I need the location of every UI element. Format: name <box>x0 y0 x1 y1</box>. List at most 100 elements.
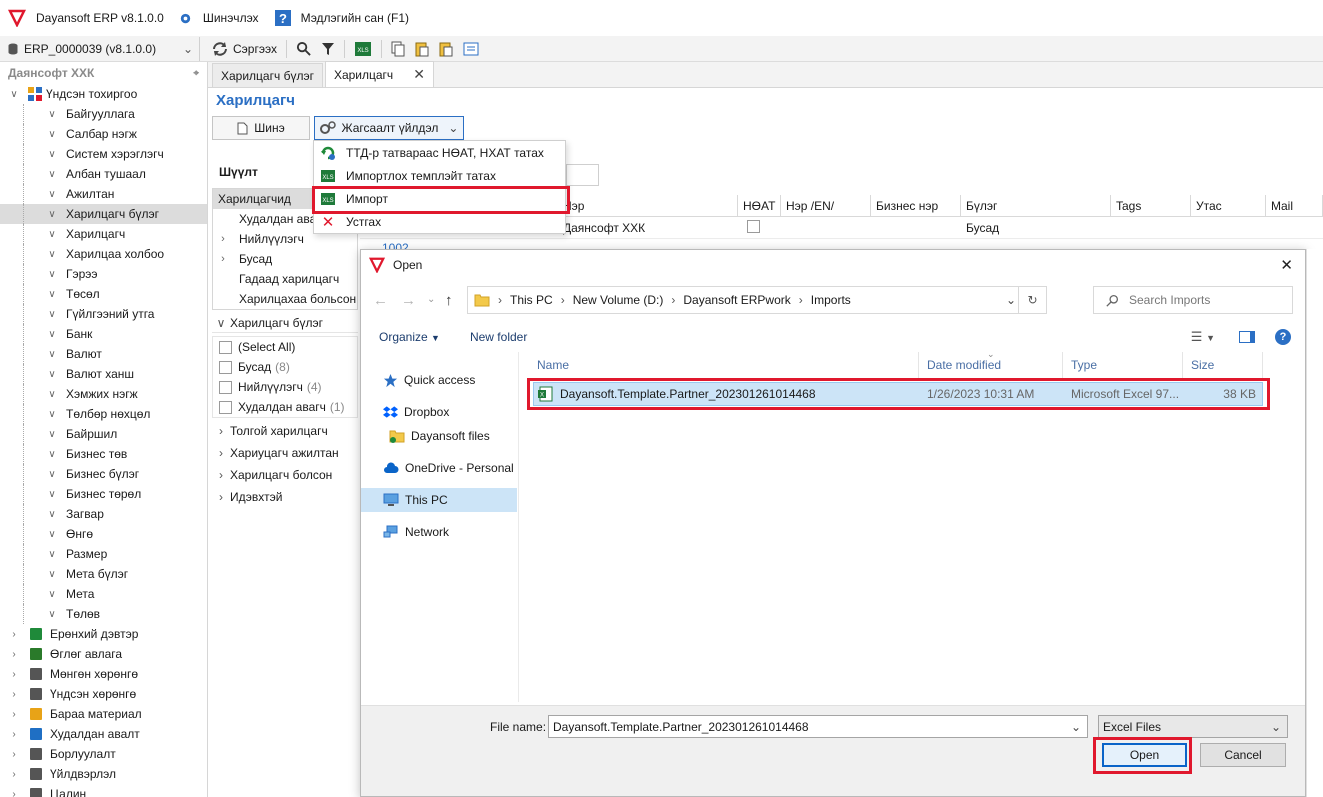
sidebar-item[interactable]: ∨ Мета <box>0 584 207 604</box>
sidebar-item[interactable]: ∨ Бизнес бүлэг <box>0 464 207 484</box>
sidebar-item[interactable]: ∨ Валют ханш <box>0 364 207 384</box>
nav-pane-item[interactable]: OneDrive - Personal <box>361 456 517 480</box>
chevron-down-icon[interactable]: ∨ <box>46 469 58 480</box>
actions-button[interactable]: Жагсаалт үйлдэл ⌄ <box>314 116 464 140</box>
sidebar-item[interactable]: ∨ Салбар нэгж <box>0 124 207 144</box>
filetype-select[interactable]: Excel Files ⌄ <box>1098 715 1288 738</box>
nav-root[interactable]: ∨ Үндсэн тохиргоо <box>0 84 207 104</box>
grid-header-phone[interactable]: Утас <box>1191 195 1266 217</box>
chevron-right-icon[interactable]: › <box>8 709 20 720</box>
menu-item-vat-fetch[interactable]: ТТД-р татвараас НӨАТ, НХАТ татах <box>314 141 565 164</box>
chevron-down-icon[interactable]: ∨ <box>46 349 58 360</box>
refresh-icon[interactable]: ↻ <box>1018 287 1046 313</box>
up-arrow-icon[interactable]: ↑ <box>445 292 453 309</box>
sidebar-item[interactable]: ∨ Төлөв <box>0 604 207 624</box>
grid-header-mail[interactable]: Mail <box>1266 195 1323 217</box>
refresh-button[interactable]: Сэргээх <box>206 38 282 60</box>
help-link[interactable]: Мэдлэгийн сан (F1) <box>301 11 410 25</box>
menu-item-import[interactable]: XLS Импорт <box>314 187 565 210</box>
preview-pane-icon[interactable] <box>1239 331 1255 343</box>
close-icon[interactable]: ✕ <box>413 66 425 83</box>
partner-type-item[interactable]: Харилцахаа больсон <box>213 289 357 309</box>
grid-header-name-en[interactable]: Нэр /EN/ <box>781 195 871 217</box>
grid-header-tags[interactable]: Tags <box>1111 195 1191 217</box>
sidebar-module[interactable]: › Бараа материал <box>0 704 207 724</box>
group-checkbox-row[interactable]: (Select All) <box>213 337 357 357</box>
chevron-right-icon[interactable]: › <box>8 689 20 700</box>
chevron-down-icon[interactable]: ∨ <box>46 569 58 580</box>
grid-header-name[interactable]: Нэр <box>558 195 738 217</box>
sidebar-item[interactable]: ∨ Гүйлгээний утга <box>0 304 207 324</box>
chevron-down-icon[interactable]: ∨ <box>46 109 58 120</box>
help-icon[interactable]: ? <box>1275 329 1291 345</box>
filter-section[interactable]: › Идэвхтэй <box>212 486 358 508</box>
sidebar-module[interactable]: › Өглөг авлага <box>0 644 207 664</box>
chevron-down-icon[interactable]: ∨ <box>46 589 58 600</box>
database-selector[interactable]: ERP_0000039 (v8.1.0.0) ⌄ <box>0 36 200 61</box>
breadcrumb-item[interactable]: Dayansoft ERPwork <box>683 293 790 307</box>
open-button[interactable]: Open <box>1102 743 1187 767</box>
column-name[interactable]: Name <box>529 352 919 378</box>
sidebar-module[interactable]: › Борлуулалт <box>0 744 207 764</box>
group-checkbox-row[interactable]: Худалдан авагч (1) <box>213 397 357 417</box>
sidebar-item[interactable]: ∨ Валют <box>0 344 207 364</box>
sidebar-item[interactable]: ∨ Өнгө <box>0 524 207 544</box>
partner-type-item[interactable]: Гадаад харилцагч <box>213 269 357 289</box>
filter-section[interactable]: › Хариуцагч ажилтан <box>212 442 358 464</box>
sidebar-item[interactable]: ∨ Төлбөр нөхцөл <box>0 404 207 424</box>
group-checkbox-row[interactable]: Нийлүүлэгч (4) <box>213 377 357 397</box>
chevron-down-icon[interactable]: ∨ <box>46 489 58 500</box>
cancel-button[interactable]: Cancel <box>1200 743 1286 767</box>
sidebar-item[interactable]: ∨ Байршил <box>0 424 207 444</box>
chevron-right-icon[interactable]: › <box>8 669 20 680</box>
paste-icon[interactable] <box>410 38 434 60</box>
gear-icon[interactable] <box>178 11 193 26</box>
chevron-down-icon[interactable]: ∨ <box>46 209 58 220</box>
chevron-down-icon[interactable]: ∨ <box>46 289 58 300</box>
chevron-down-icon[interactable]: ∨ <box>46 309 58 320</box>
group-checkbox-row[interactable]: Бусад (8) <box>213 357 357 377</box>
sidebar-item[interactable]: ∨ Харилцаа холбоо <box>0 244 207 264</box>
copy-icon[interactable] <box>386 38 410 60</box>
chevron-down-icon[interactable]: ∨ <box>46 389 58 400</box>
chevron-down-icon[interactable]: ∨ <box>46 249 58 260</box>
chevron-down-icon[interactable]: ∨ <box>46 529 58 540</box>
chevron-down-icon[interactable]: ∨ <box>46 509 58 520</box>
chevron-down-icon[interactable]: ∨ <box>8 89 20 100</box>
chevron-down-icon[interactable]: ∨ <box>46 409 58 420</box>
checkbox[interactable] <box>219 380 232 394</box>
chevron-right-icon[interactable]: › <box>213 253 233 265</box>
grid-header-business-name[interactable]: Бизнес нэр <box>871 195 961 217</box>
checkbox[interactable] <box>219 340 232 354</box>
sidebar-item[interactable]: ∨ Загвар <box>0 504 207 524</box>
chevron-right-icon[interactable]: › <box>213 233 233 245</box>
new-folder-button[interactable]: New folder <box>470 330 527 344</box>
chevron-down-icon[interactable]: ∨ <box>46 329 58 340</box>
chevron-right-icon[interactable]: › <box>8 729 20 740</box>
sidebar-item[interactable]: ∨ Бизнес төв <box>0 444 207 464</box>
sidebar-item[interactable]: ∨ Ажилтан <box>0 184 207 204</box>
chevron-down-icon[interactable]: ∨ <box>46 189 58 200</box>
sidebar-module[interactable]: › Цалин <box>0 784 207 797</box>
update-link[interactable]: Шинэчлэх <box>203 11 259 25</box>
sidebar-item[interactable]: ∨ Харилцагч бүлэг <box>0 204 207 224</box>
back-arrow-icon[interactable]: ← <box>373 292 388 309</box>
file-row[interactable]: X Dayansoft.Template.Partner_20230126101… <box>533 382 1263 406</box>
checkbox[interactable] <box>219 360 232 374</box>
address-bar[interactable]: › This PC › New Volume (D:) › Dayansoft … <box>467 286 1047 314</box>
view-options-icon[interactable]: ☰ ▼ <box>1191 329 1215 345</box>
nav-pane-item[interactable]: Network <box>361 520 517 544</box>
partner-type-item[interactable]: › Бусад <box>213 249 357 269</box>
new-button[interactable]: Шинэ <box>212 116 310 140</box>
cell-vat-checkbox[interactable] <box>747 220 760 233</box>
nav-pane-item[interactable]: Dropbox <box>361 400 517 424</box>
chevron-down-icon[interactable]: ∨ <box>46 129 58 140</box>
grid-header-vat[interactable]: НӨАТ <box>738 195 781 217</box>
sidebar-item[interactable]: ∨ Размер <box>0 544 207 564</box>
sidebar-item[interactable]: ∨ Албан тушаал <box>0 164 207 184</box>
sidebar-module[interactable]: › Ерөнхий дэвтэр <box>0 624 207 644</box>
breadcrumb-item[interactable]: New Volume (D:) <box>573 293 664 307</box>
search-input[interactable]: Search Imports <box>1093 286 1293 314</box>
search-icon[interactable] <box>291 38 316 60</box>
sidebar-item[interactable]: ∨ Бизнес төрөл <box>0 484 207 504</box>
